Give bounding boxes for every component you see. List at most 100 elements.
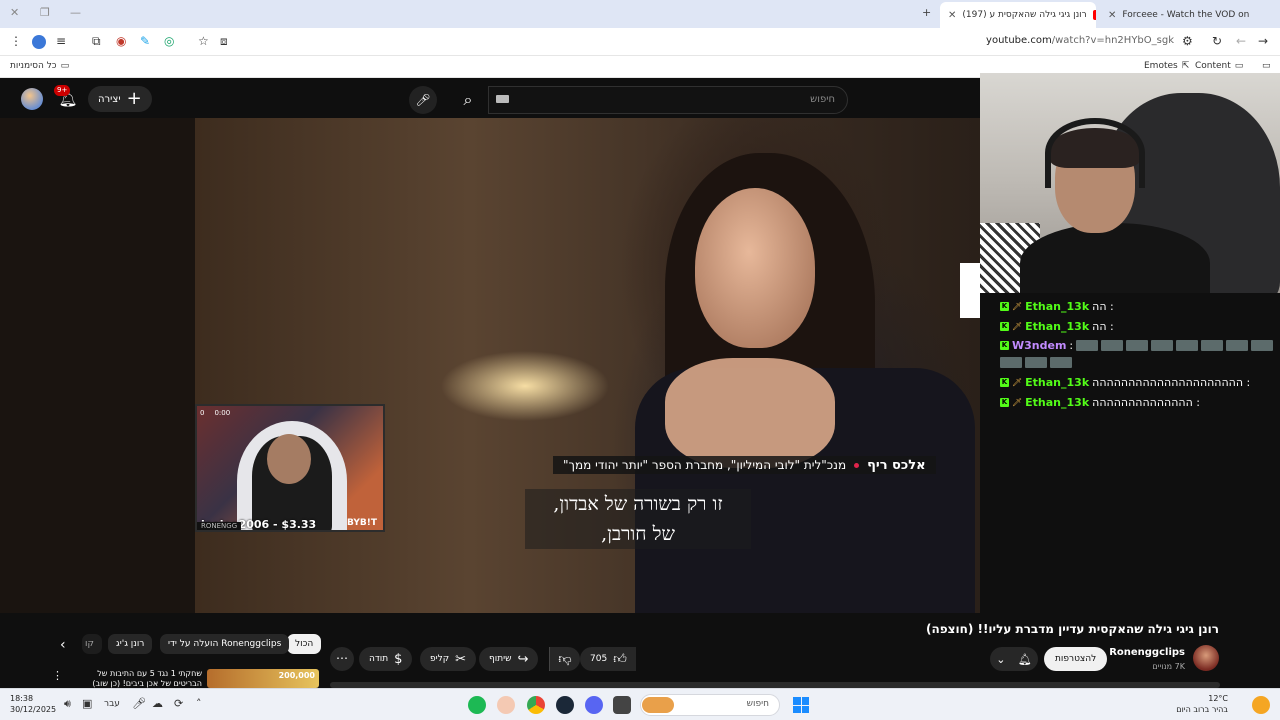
- extension-icon[interactable]: ✎: [140, 34, 150, 48]
- browser-toolbar: ⋮ ≡ ⧉ ◉ ✎ ◎ ☆ ⧈ youtube.com/watch?v=hn2H…: [0, 28, 1280, 56]
- recommendation-title[interactable]: שחקתי 1 נגד 5 עם התיבות של הבריטים של אכ…: [90, 669, 202, 688]
- chevron-up-icon[interactable]: ˄: [196, 697, 202, 710]
- subscribed-bell-button[interactable]: ⌄ 🔔︎: [990, 647, 1038, 671]
- tab-youtube[interactable]: ✕ (197) רונן גיגי גילה שהאקסית ע: [940, 2, 1096, 28]
- close-tab-icon[interactable]: ✕: [948, 10, 956, 21]
- thumb-text: 200,000: [278, 671, 315, 680]
- folder-icon: ▭: [60, 61, 70, 71]
- video-subtitle: זו רק בשורה של אבדון, של חורבן,: [525, 489, 751, 549]
- new-tab-icon[interactable]: +: [922, 6, 931, 19]
- speaker-title: מנכ"לית "לובי המיליון", מחברת הספר "יותר…: [563, 458, 847, 472]
- chevron-left-icon[interactable]: ‹: [60, 637, 66, 653]
- notifications-button[interactable]: 🔔︎ 9+: [54, 85, 78, 109]
- like-button[interactable]: 705 👍︎: [580, 647, 636, 671]
- microphone-icon[interactable]: 🎤︎: [132, 697, 146, 710]
- dislike-button[interactable]: 👎︎: [549, 647, 580, 671]
- display-icon[interactable]: ▣: [82, 697, 92, 710]
- extensions-icon[interactable]: ⧉: [92, 34, 101, 49]
- cam-figure: [267, 434, 311, 484]
- all-bookmarks-button[interactable]: כל הסימניות ▭: [10, 61, 69, 71]
- chrome-icon[interactable]: [527, 696, 545, 714]
- steam-icon[interactable]: [556, 696, 574, 714]
- chat-text: :: [1069, 338, 1074, 352]
- kick-badge-icon: K: [1000, 340, 1009, 350]
- discord-icon[interactable]: [585, 696, 603, 714]
- video-figure: [665, 358, 835, 468]
- share-button[interactable]: שיתוף ↪: [479, 647, 539, 671]
- volume-icon[interactable]: 🔊︎: [64, 697, 71, 711]
- chip-all[interactable]: הכול: [287, 634, 322, 654]
- extension-icon[interactable]: ◎: [164, 34, 174, 48]
- windows-start-icon[interactable]: [793, 697, 809, 713]
- forward-icon[interactable]: ←: [1236, 34, 1246, 48]
- extension-icon[interactable]: ◉: [116, 34, 126, 48]
- system-clock[interactable]: 18:38 30/12/2025: [10, 693, 56, 715]
- back-icon[interactable]: →: [1258, 34, 1268, 48]
- weather-temp: 12°C: [1208, 694, 1228, 703]
- rec-title-line: שחקתי 1 נגד 5 עם התיבות של: [97, 669, 202, 678]
- search-placeholder: חיפוש: [810, 94, 835, 105]
- account-avatar[interactable]: [21, 88, 43, 110]
- video-title: רונן גיגי גילה שהאקסית עדיין מדברת עליו!…: [926, 622, 1219, 636]
- minimize-window-icon[interactable]: —: [70, 6, 81, 19]
- chat-message: K 🗡︎ Ethan_13k ההההההההההההההההההההה :: [1000, 374, 1250, 390]
- profile-avatar-icon[interactable]: [32, 35, 46, 49]
- cam-figure: [1020, 223, 1210, 293]
- channel-avatar[interactable]: [1193, 645, 1219, 671]
- share-label: שיתוף: [489, 654, 512, 664]
- chevron-down-icon: ⌄: [996, 652, 1006, 666]
- like-count: 705: [590, 654, 608, 664]
- tab-kick[interactable]: ✕ Forceee - Watch the VOD on K: [1100, 4, 1252, 26]
- bookmark-emotes[interactable]: Emotes ⇱: [1144, 61, 1189, 71]
- menu-kebab-icon[interactable]: ⋮: [10, 34, 22, 48]
- search-button[interactable]: ⌕: [448, 86, 488, 114]
- chat-text: הה :: [1092, 299, 1114, 313]
- reload-icon[interactable]: ↻: [1212, 34, 1222, 48]
- emote-icon: [1025, 356, 1047, 368]
- thumbs-up-icon: 👍︎: [613, 651, 627, 667]
- address-bar[interactable]: youtube.com/watch?v=hn2HYbO_sgk: [986, 35, 1174, 46]
- video-player[interactable]: אלכס ריף מנכ"לית "לובי המיליון", מחברת ה…: [0, 118, 980, 613]
- voice-search-button[interactable]: 🎤︎: [409, 86, 437, 114]
- chat-username: Ethan_13k: [1025, 319, 1090, 333]
- menu-kebab-icon[interactable]: ⋮: [52, 669, 63, 682]
- chip-ronen[interactable]: רונן ג'יג: [108, 634, 153, 654]
- youtube-header: 🔔︎ 9+ יצירה + 🎤︎ ⌕ חיפוש: [0, 80, 980, 118]
- search-input[interactable]: חיפוש: [488, 86, 848, 114]
- sync-icon[interactable]: ⟳: [174, 697, 183, 710]
- app-icon[interactable]: [497, 696, 515, 714]
- recommendation-thumbnail[interactable]: 200,000: [207, 669, 319, 688]
- chip-uploaded-by[interactable]: הועלה על ידי Ronenggclips: [160, 634, 290, 654]
- weather-widget[interactable]: 12°C בהיר ברוב היום: [1176, 693, 1228, 715]
- emote-icon: [1226, 339, 1249, 351]
- spotify-icon[interactable]: [468, 696, 486, 714]
- create-button[interactable]: יצירה +: [88, 86, 152, 112]
- chat-username: Ethan_13k: [1025, 375, 1090, 389]
- sword-badge-icon: 🗡︎: [1012, 321, 1023, 331]
- stat-value: 0: [200, 409, 205, 417]
- thanks-button[interactable]: תודה $: [359, 647, 413, 671]
- restore-window-icon[interactable]: ❐: [40, 6, 50, 19]
- chat-text: הה :: [1092, 319, 1114, 333]
- keyboard-icon[interactable]: [496, 95, 509, 103]
- clip-button[interactable]: קליפ ✂: [420, 647, 477, 671]
- chip-partial[interactable]: קו: [82, 634, 102, 654]
- chat-username: W3ndem: [1012, 338, 1067, 352]
- app-icon[interactable]: [613, 696, 631, 714]
- input-language[interactable]: עבר: [104, 699, 120, 709]
- chat-username: Ethan_13k: [1025, 395, 1090, 409]
- install-app-icon[interactable]: ⧈: [220, 34, 228, 49]
- chat-emote-row: [1000, 354, 1072, 370]
- dollar-heart-icon: $: [394, 651, 403, 667]
- close-tab-icon[interactable]: ✕: [1108, 10, 1116, 21]
- site-settings-icon[interactable]: ⚙: [1182, 34, 1193, 48]
- bookmark-star-icon[interactable]: ☆: [198, 34, 209, 48]
- reading-list-icon[interactable]: ≡: [56, 34, 66, 48]
- more-actions-button[interactable]: ⋯: [330, 647, 354, 671]
- close-window-icon[interactable]: ✕: [10, 6, 19, 19]
- bookmarks-overflow-button[interactable]: ▭: [1262, 61, 1271, 71]
- bookmark-content[interactable]: Content ▭: [1195, 61, 1243, 71]
- cloud-off-icon[interactable]: ☁: [152, 697, 163, 710]
- channel-name[interactable]: Ronenggclips: [1109, 647, 1185, 658]
- join-button[interactable]: להצטרפות: [1044, 647, 1108, 671]
